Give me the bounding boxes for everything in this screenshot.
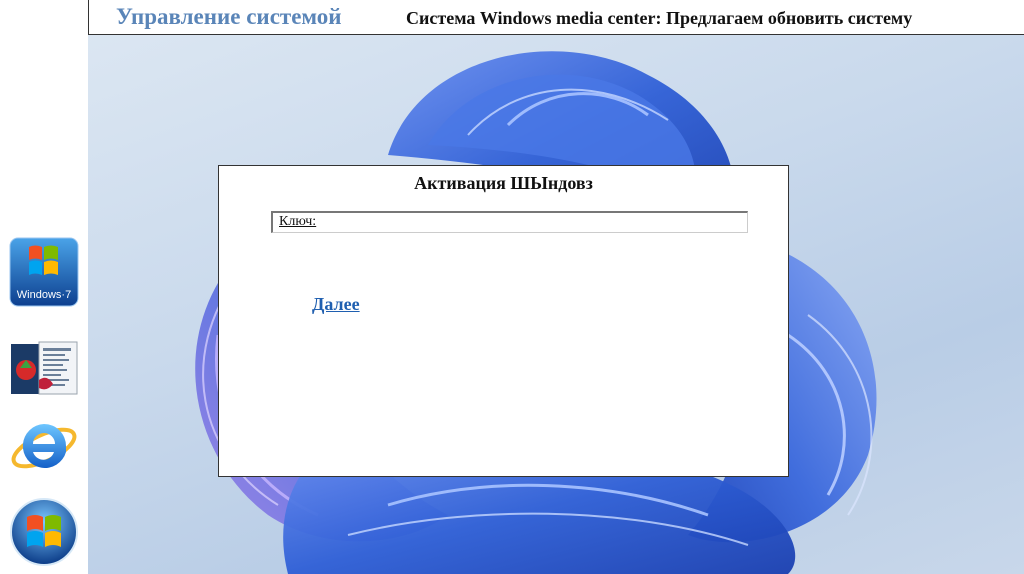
windows7-icon[interactable]: Windows·7 (9, 237, 79, 307)
header-subtitle: Система Windows media center: Предлагаем… (406, 8, 913, 28)
page: Windows·7 Управление системой Система Wi… (0, 0, 1024, 574)
internet-explorer-icon[interactable] (9, 412, 79, 482)
application-icon[interactable] (9, 340, 79, 398)
dialog-title: Активация ШЫндовз (414, 173, 593, 193)
windows7-icon-label: Windows·7 (17, 289, 71, 301)
header-title: Управление системой (116, 4, 342, 29)
key-input[interactable]: Ключ: (271, 211, 748, 233)
header-bar: Управление системой Система Windows medi… (88, 0, 1024, 35)
key-input-label: Ключ: (279, 214, 317, 229)
activation-dialog: Активация ШЫндовз Ключ: Далее (218, 165, 789, 477)
left-icon-strip: Windows·7 (0, 0, 88, 574)
next-link[interactable]: Далее (312, 294, 360, 315)
windows-logo-icon[interactable] (9, 497, 79, 567)
